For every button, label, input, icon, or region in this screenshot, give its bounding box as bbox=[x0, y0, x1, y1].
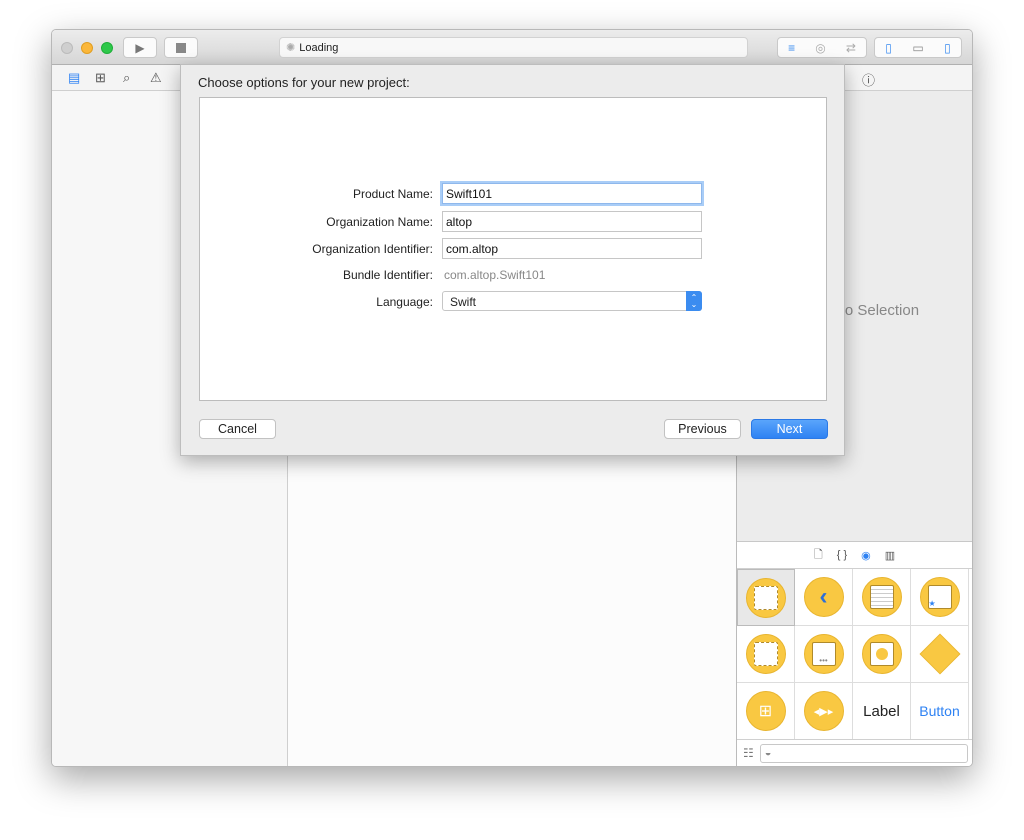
folder-icon[interactable]: ▤ bbox=[68, 70, 80, 86]
hierarchy-icon[interactable]: ⊞ bbox=[95, 70, 106, 86]
chevron-updown-icon: ⌃ ⌄ bbox=[686, 291, 702, 311]
next-button[interactable]: Next bbox=[751, 419, 828, 439]
library-item-av-player[interactable]: ◂▶▸ bbox=[795, 683, 853, 740]
language-value: Swift bbox=[450, 295, 477, 309]
standard-editor-icon[interactable]: ≡ bbox=[788, 41, 795, 55]
sheet-title: Choose options for your new project: bbox=[198, 75, 410, 90]
cube-icon bbox=[919, 633, 960, 675]
organization-identifier-field[interactable]: com.altop bbox=[442, 238, 702, 259]
no-selection-text: No Selection bbox=[834, 302, 920, 319]
organization-name-label: Organization Name: bbox=[326, 215, 433, 229]
chevron-left-icon: ‹ bbox=[803, 577, 844, 617]
play-icon: ▶ bbox=[135, 40, 145, 55]
list-view-icon[interactable]: ☷ bbox=[743, 746, 754, 760]
organization-identifier-label: Organization Identifier: bbox=[312, 242, 433, 256]
zoom-button[interactable] bbox=[101, 42, 113, 54]
help-icon[interactable]: ⓘ bbox=[862, 70, 875, 89]
stop-button[interactable] bbox=[164, 37, 198, 58]
library-item-camera[interactable] bbox=[853, 626, 911, 683]
version-editor-icon[interactable]: ⇄ bbox=[846, 41, 856, 55]
assistant-editor-icon[interactable]: ◎ bbox=[815, 41, 825, 55]
editor-mode-control[interactable]: ≡ ◎ ⇄ bbox=[777, 37, 867, 58]
library-filter-input[interactable]: ◒ bbox=[759, 743, 968, 763]
product-name-label: Product Name: bbox=[352, 187, 433, 201]
play-icon: ◂▶▸ bbox=[803, 691, 844, 731]
debug-area-toggle-icon[interactable]: ▭ bbox=[912, 41, 923, 55]
library-grid: ‹ ★ ••• ⊞ ◂▶▸ Label Button bbox=[737, 569, 972, 740]
language-label: Language: bbox=[376, 295, 433, 309]
object-library: 🗋 { } ◉ ▥ ‹ ★ ••• ⊞ ◂▶▸ Label Button ☷ ◒ bbox=[737, 541, 972, 766]
organization-identifier-row: Organization Identifier: com.altop bbox=[200, 238, 826, 260]
view-toggle-control[interactable]: ▯ ▭ ▯ bbox=[874, 37, 962, 58]
filter-icon: ◒ bbox=[764, 747, 772, 759]
library-item-page[interactable]: ••• bbox=[795, 626, 853, 683]
bundle-identifier-value: com.altop.Swift101 bbox=[444, 268, 546, 282]
object-library-icon[interactable]: ◉ bbox=[861, 549, 871, 562]
library-item-label[interactable]: Label bbox=[853, 683, 911, 740]
language-popup[interactable]: Swift ⌃ ⌄ bbox=[442, 291, 702, 311]
library-item-back[interactable]: ‹ bbox=[795, 569, 853, 626]
library-footer: ☷ ◒ bbox=[737, 739, 972, 766]
media-library-icon[interactable]: ▥ bbox=[885, 549, 895, 562]
search-icon[interactable]: ⌕ bbox=[123, 70, 130, 86]
run-button[interactable]: ▶ bbox=[123, 37, 157, 58]
activity-viewer: ✺ Loading bbox=[279, 37, 748, 58]
new-project-sheet: Choose options for your new project: Pro… bbox=[180, 64, 845, 456]
utilities-toggle-icon[interactable]: ▯ bbox=[944, 41, 951, 55]
organization-name-field[interactable]: altop bbox=[442, 211, 702, 232]
library-item-button[interactable]: Button bbox=[911, 683, 969, 740]
product-name-row: Product Name: Swift101 bbox=[200, 183, 826, 205]
organization-name-row: Organization Name: altop bbox=[200, 211, 826, 233]
options-panel: Product Name: Swift101 Organization Name… bbox=[199, 97, 827, 401]
product-name-field[interactable]: Swift101 bbox=[442, 183, 702, 204]
library-item-object[interactable] bbox=[911, 626, 969, 683]
navigator-toggle-icon[interactable]: ▯ bbox=[885, 41, 892, 55]
library-item-table[interactable] bbox=[853, 569, 911, 626]
library-tabs: 🗋 { } ◉ ▥ bbox=[737, 542, 972, 569]
close-button[interactable] bbox=[61, 42, 73, 54]
library-item-tab-bar[interactable]: ★ bbox=[911, 569, 969, 626]
code-snippet-icon[interactable]: { } bbox=[837, 549, 847, 561]
spinner-icon: ✺ bbox=[286, 42, 296, 54]
library-item-view[interactable] bbox=[737, 569, 795, 626]
cancel-button[interactable]: Cancel bbox=[199, 419, 276, 439]
bundle-identifier-label: Bundle Identifier: bbox=[342, 268, 433, 282]
library-item-collection[interactable]: ⊞ bbox=[737, 683, 795, 740]
activity-status: Loading bbox=[299, 41, 339, 54]
library-item-split[interactable] bbox=[737, 626, 795, 683]
grid-icon: ⊞ bbox=[745, 691, 786, 731]
previous-button[interactable]: Previous bbox=[664, 419, 741, 439]
bundle-identifier-row: Bundle Identifier: com.altop.Swift101 bbox=[200, 264, 826, 286]
file-template-icon[interactable]: 🗋 bbox=[814, 546, 823, 565]
title-bar: ▶ ✺ Loading ≡ ◎ ⇄ ▯ ▭ ▯ bbox=[52, 30, 972, 65]
language-row: Language: Swift ⌃ ⌄ bbox=[200, 291, 826, 313]
stop-icon bbox=[176, 42, 186, 53]
warning-icon[interactable]: ⚠ bbox=[150, 70, 162, 86]
minimize-button[interactable] bbox=[81, 42, 93, 54]
